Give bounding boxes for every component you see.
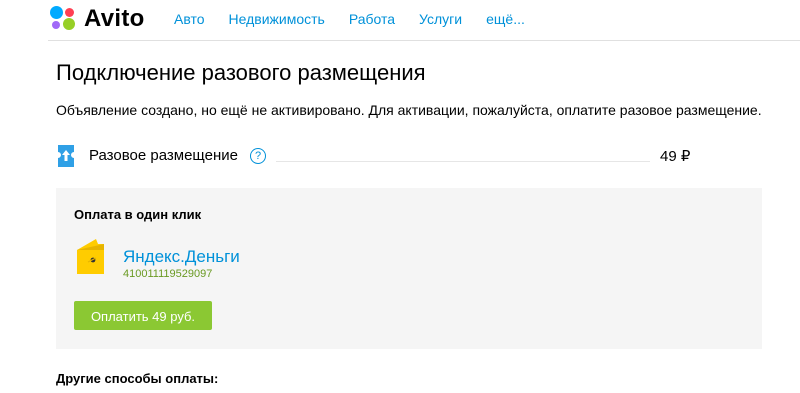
leader-line xyxy=(276,161,650,162)
yandex-money-wallet-icon xyxy=(77,239,104,274)
main-nav: Авто Недвижимость Работа Услуги ещё... xyxy=(174,11,549,27)
activation-notice: Объявление создано, но ещё не активирова… xyxy=(56,102,762,118)
nav-link-realty[interactable]: Недвижимость xyxy=(229,11,325,27)
nav-link-more[interactable]: ещё... xyxy=(486,11,525,27)
one-click-payment-panel: Оплата в один клик Яндекс.Деньги 4100111… xyxy=(56,188,762,349)
pay-button[interactable]: Оплатить 49 руб. xyxy=(74,301,212,330)
nav-link-services[interactable]: Услуги xyxy=(419,11,462,27)
payment-method-name[interactable]: Яндекс.Деньги xyxy=(123,247,240,267)
help-icon[interactable]: ? xyxy=(250,148,266,164)
logo-text: Avito xyxy=(84,5,145,32)
logo-dots-icon xyxy=(48,4,78,34)
header-divider xyxy=(48,40,800,41)
avito-logo[interactable]: Avito xyxy=(48,2,145,36)
nav-link-jobs[interactable]: Работа xyxy=(349,11,395,27)
one-click-title: Оплата в один клик xyxy=(74,207,202,222)
service-row: Разовое размещение ? 49 ₽ xyxy=(56,142,696,170)
upload-ticket-icon xyxy=(58,145,74,167)
service-label: Разовое размещение xyxy=(89,147,238,164)
page-title: Подключение разового размещения xyxy=(56,60,426,85)
header: Avito Авто Недвижимость Работа Услуги ещ… xyxy=(0,0,800,40)
nav-link-auto[interactable]: Авто xyxy=(174,11,205,27)
other-payment-methods-heading: Другие способы оплаты: xyxy=(56,371,219,386)
service-price: 49 ₽ xyxy=(660,148,691,165)
wallet-account-number: 410011119529097 xyxy=(123,268,213,280)
